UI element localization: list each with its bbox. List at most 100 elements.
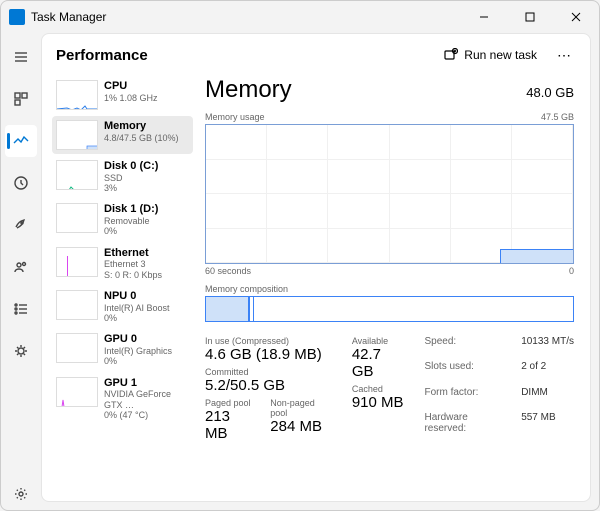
speed-k: Speed:	[424, 336, 511, 359]
window-controls	[461, 1, 599, 33]
hamburger-icon[interactable]	[5, 41, 37, 73]
paged-value: 213 MB	[205, 408, 256, 442]
sidebar-item-title: Disk 1 (D:)	[104, 203, 158, 216]
form-v: DIMM	[521, 387, 574, 410]
sidebar-item-sub: Intel(R) AI Boost	[104, 303, 170, 313]
cached-value: 910 MB	[352, 394, 407, 411]
sidebar-item-disk-1-d-[interactable]: Disk 1 (D:)Removable0%	[52, 199, 193, 240]
sidebar-item-disk-0-c-[interactable]: Disk 0 (C:)SSD3%	[52, 156, 193, 197]
run-task-icon	[444, 48, 458, 62]
detail-pane: Memory 48.0 GB Memory usage 47.5 GB	[197, 70, 590, 501]
x-left-label: 60 seconds	[205, 266, 251, 276]
sidebar-item-sub2: 3%	[104, 183, 158, 193]
sidebar-thumb	[56, 203, 98, 233]
titlebar: Task Manager	[1, 1, 599, 33]
speed-v: 10133 MT/s	[521, 336, 574, 359]
sidebar-item-title: Memory	[104, 120, 179, 133]
sidebar-thumb	[56, 160, 98, 190]
hardware-info: Speed: 10133 MT/s Slots used: 2 of 2 Form …	[424, 336, 574, 446]
available-label: Available	[352, 336, 407, 346]
sidebar-item-gpu-0[interactable]: GPU 0Intel(R) Graphics0%	[52, 329, 193, 370]
sidebar-item-ethernet[interactable]: EthernetEthernet 3S: 0 R: 0 Kbps	[52, 243, 193, 284]
app-icon	[9, 9, 25, 25]
sidebar-item-title: CPU	[104, 80, 158, 93]
sidebar-item-sub: Removable	[104, 216, 158, 226]
form-k: Form factor:	[424, 387, 511, 410]
details-nav-icon[interactable]	[5, 293, 37, 325]
sidebar-item-title: GPU 0	[104, 333, 172, 346]
settings-nav-icon[interactable]	[5, 478, 37, 510]
sidebar-item-sub: Intel(R) Graphics	[104, 346, 172, 356]
cached-label: Cached	[352, 384, 407, 394]
nonpaged-label: Non-paged pool	[270, 398, 334, 418]
run-new-task-button[interactable]: Run new task	[436, 44, 545, 66]
maximize-button[interactable]	[507, 1, 553, 33]
inuse-value: 4.6 GB (18.9 MB)	[205, 346, 334, 363]
hw-v: 557 MB	[521, 412, 574, 446]
sidebar-item-sub2: S: 0 R: 0 Kbps	[104, 270, 162, 280]
page-title: Performance	[56, 47, 148, 64]
usage-chart-block: Memory usage 47.5 GB 60 seconds 0	[205, 112, 574, 276]
run-task-label: Run new task	[464, 48, 537, 62]
sidebar-item-title: GPU 1	[104, 377, 189, 390]
composition-used	[206, 297, 250, 321]
sidebar-thumb	[56, 377, 98, 407]
hw-k: Hardware reserved:	[424, 412, 511, 446]
committed-value: 5.2/50.5 GB	[205, 377, 334, 394]
nonpaged-value: 284 MB	[270, 418, 334, 435]
sidebar-item-sub2: 0% (47 °C)	[104, 410, 189, 420]
x-right-label: 0	[569, 266, 574, 276]
sidebar-item-gpu-1[interactable]: GPU 1NVIDIA GeForce GTX …0% (47 °C)	[52, 373, 193, 425]
users-nav-icon[interactable]	[5, 251, 37, 283]
usage-chart	[205, 124, 574, 264]
task-manager-window: Task Manager Performance	[0, 0, 600, 511]
stats-grid: In use (Compressed) 4.6 GB (18.9 MB) Com…	[205, 336, 574, 446]
committed-label: Committed	[205, 367, 334, 377]
processes-nav-icon[interactable]	[5, 83, 37, 115]
nav-rail	[1, 33, 41, 510]
sidebar-item-sub: 1% 1.08 GHz	[104, 93, 158, 103]
sidebar-item-sub: Ethernet 3	[104, 259, 162, 269]
minimize-button[interactable]	[461, 1, 507, 33]
sidebar-item-sub2: 0%	[104, 226, 158, 236]
sidebar-thumb	[56, 333, 98, 363]
composition-sliver	[250, 297, 254, 321]
usage-fill	[500, 249, 573, 263]
sidebar-item-sub2: 0%	[104, 356, 172, 366]
sidebar-item-npu-0[interactable]: NPU 0Intel(R) AI Boost0%	[52, 286, 193, 327]
total-memory: 48.0 GB	[526, 85, 574, 100]
history-nav-icon[interactable]	[5, 167, 37, 199]
performance-nav-icon[interactable]	[5, 125, 37, 157]
usage-chart-ylim: 47.5 GB	[541, 112, 574, 122]
services-nav-icon[interactable]	[5, 335, 37, 367]
window-title: Task Manager	[31, 10, 106, 24]
sidebar-item-title: Ethernet	[104, 247, 162, 260]
content-card: Performance Run new task ⋯ CPU1% 1.08 GH…	[41, 33, 591, 502]
page-header: Performance Run new task ⋯	[42, 34, 590, 70]
composition-block: Memory composition	[205, 284, 574, 322]
sidebar-thumb	[56, 80, 98, 110]
usage-chart-label: Memory usage	[205, 112, 265, 122]
sidebar-item-memory[interactable]: Memory4.8/47.5 GB (10%)	[52, 116, 193, 154]
sidebar-item-sub: SSD	[104, 173, 158, 183]
resource-list: CPU1% 1.08 GHzMemory4.8/47.5 GB (10%)Dis…	[42, 70, 197, 501]
sidebar-item-sub: NVIDIA GeForce GTX …	[104, 389, 189, 410]
composition-bar	[205, 296, 574, 322]
inuse-label: In use (Compressed)	[205, 336, 334, 346]
detail-title: Memory	[205, 76, 292, 104]
sidebar-item-cpu[interactable]: CPU1% 1.08 GHz	[52, 76, 193, 114]
available-value: 42.7 GB	[352, 346, 407, 380]
sidebar-item-title: Disk 0 (C:)	[104, 160, 158, 173]
sidebar-item-sub: 4.8/47.5 GB (10%)	[104, 133, 179, 143]
sidebar-thumb	[56, 247, 98, 277]
composition-label: Memory composition	[205, 284, 288, 294]
paged-label: Paged pool	[205, 398, 256, 408]
slots-k: Slots used:	[424, 361, 511, 384]
slots-v: 2 of 2	[521, 361, 574, 384]
sidebar-thumb	[56, 120, 98, 150]
more-button[interactable]: ⋯	[553, 47, 576, 64]
sidebar-thumb	[56, 290, 98, 320]
sidebar-item-sub2: 0%	[104, 313, 170, 323]
startup-nav-icon[interactable]	[5, 209, 37, 241]
close-button[interactable]	[553, 1, 599, 33]
